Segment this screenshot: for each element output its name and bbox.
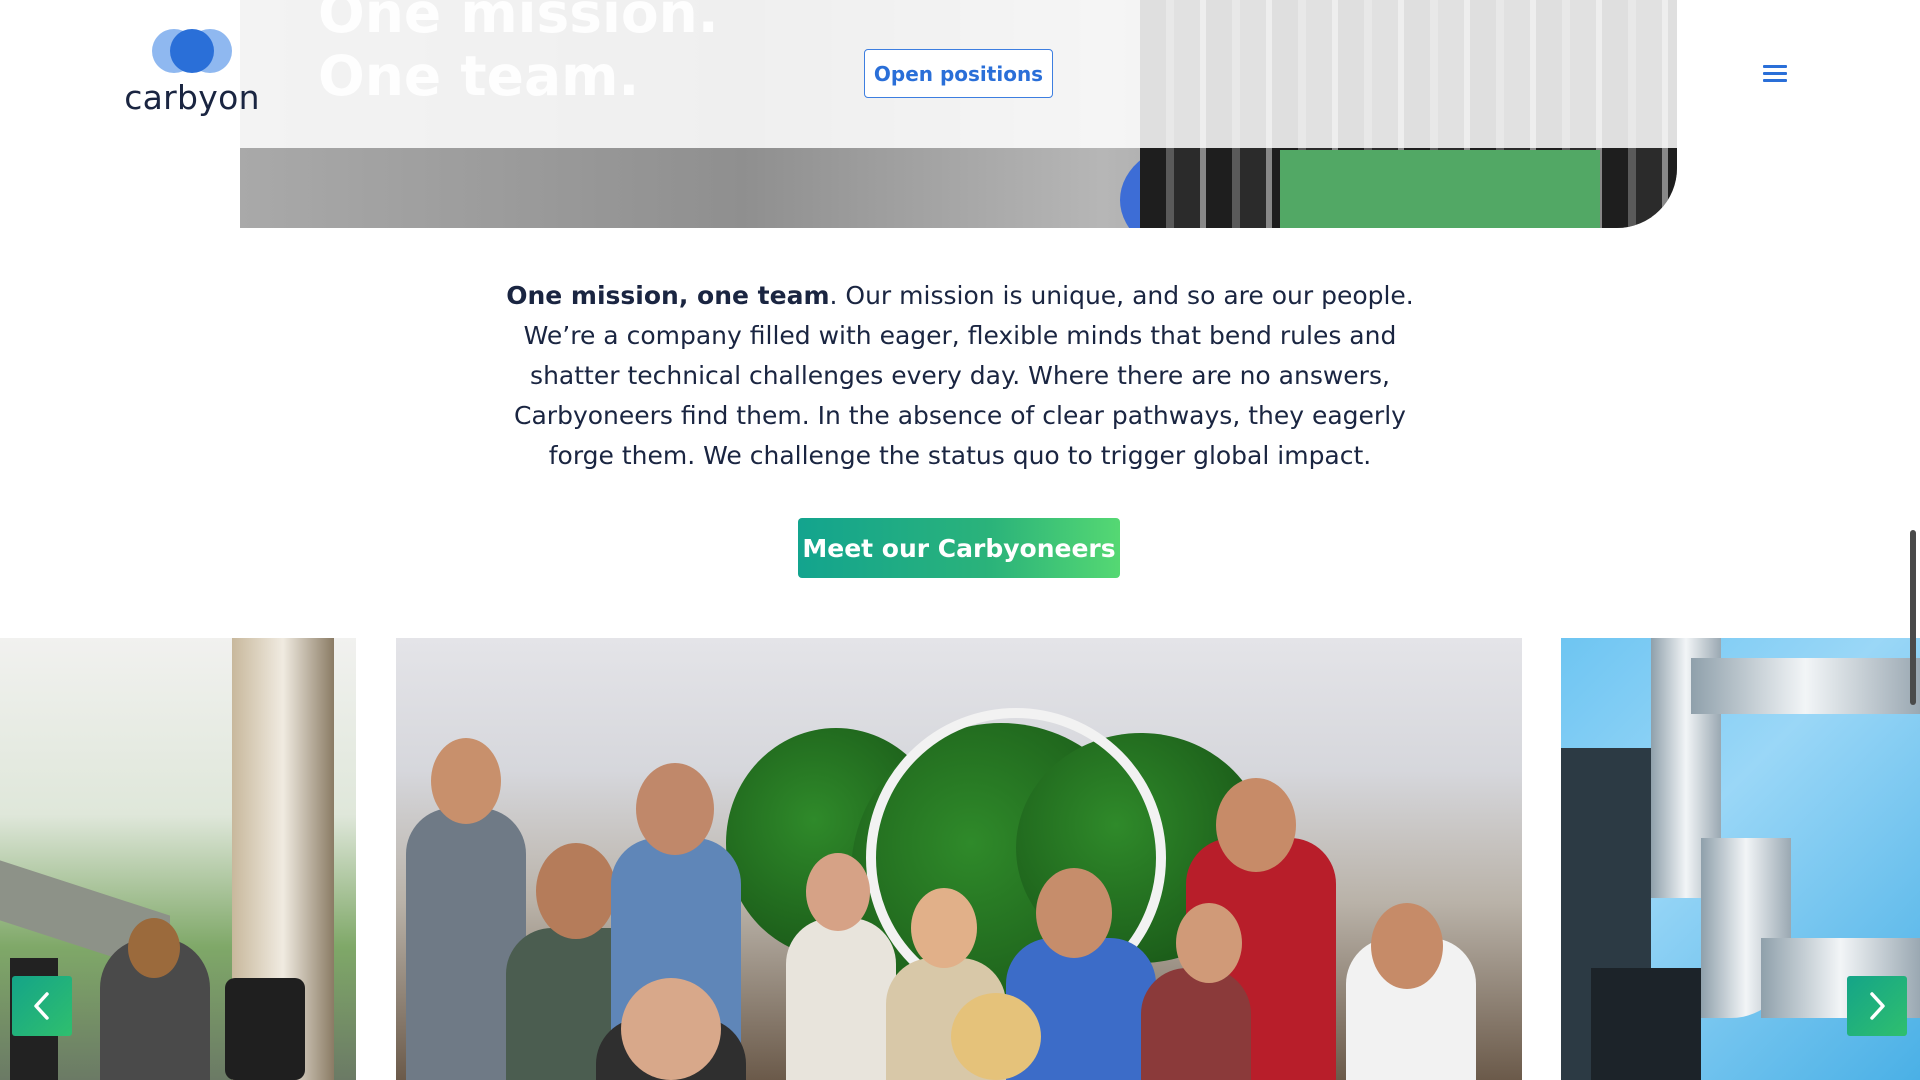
chair-shape <box>225 978 305 1080</box>
person-front-right-head <box>951 993 1041 1080</box>
person-6-head <box>1036 868 1112 958</box>
carousel-next-button[interactable] <box>1847 976 1907 1036</box>
hamburger-menu-icon[interactable] <box>1763 63 1791 85</box>
person-hair <box>128 918 180 978</box>
person-4 <box>786 918 896 1080</box>
chevron-left-icon <box>34 992 49 1020</box>
person-4-head <box>806 853 870 931</box>
person-7-head <box>1216 778 1296 872</box>
carbyon-logo[interactable]: carbyon <box>122 26 262 122</box>
person-9-head <box>1371 903 1443 989</box>
pipe-top <box>1691 658 1920 714</box>
person-1-head <box>431 738 501 824</box>
carousel-prev-button[interactable] <box>12 976 72 1036</box>
hero-title: One mission. One team. <box>318 0 719 108</box>
carousel-slide-team-meeting <box>396 638 1522 1080</box>
logo-circles-icon <box>152 29 232 73</box>
mission-lead: One mission, one team <box>506 281 830 310</box>
mission-paragraph: One mission, one team. Our mission is un… <box>480 276 1440 476</box>
person-8 <box>1141 968 1251 1080</box>
person-3-head <box>636 763 714 855</box>
meet-carbyoneers-button[interactable]: Meet our Carbyoneers <box>798 518 1120 578</box>
person-front-head <box>621 978 721 1080</box>
hero-green-shape <box>1280 150 1600 228</box>
chevron-right-icon <box>1870 992 1885 1020</box>
person-8-head <box>1176 903 1242 983</box>
page-scrollbar-thumb[interactable] <box>1910 530 1916 705</box>
person-5-head <box>911 888 977 968</box>
lab-monitor <box>1591 968 1701 1080</box>
logo-wordmark: carbyon <box>124 78 260 117</box>
person-2-head <box>536 843 616 939</box>
open-positions-button[interactable]: Open positions <box>864 49 1053 98</box>
